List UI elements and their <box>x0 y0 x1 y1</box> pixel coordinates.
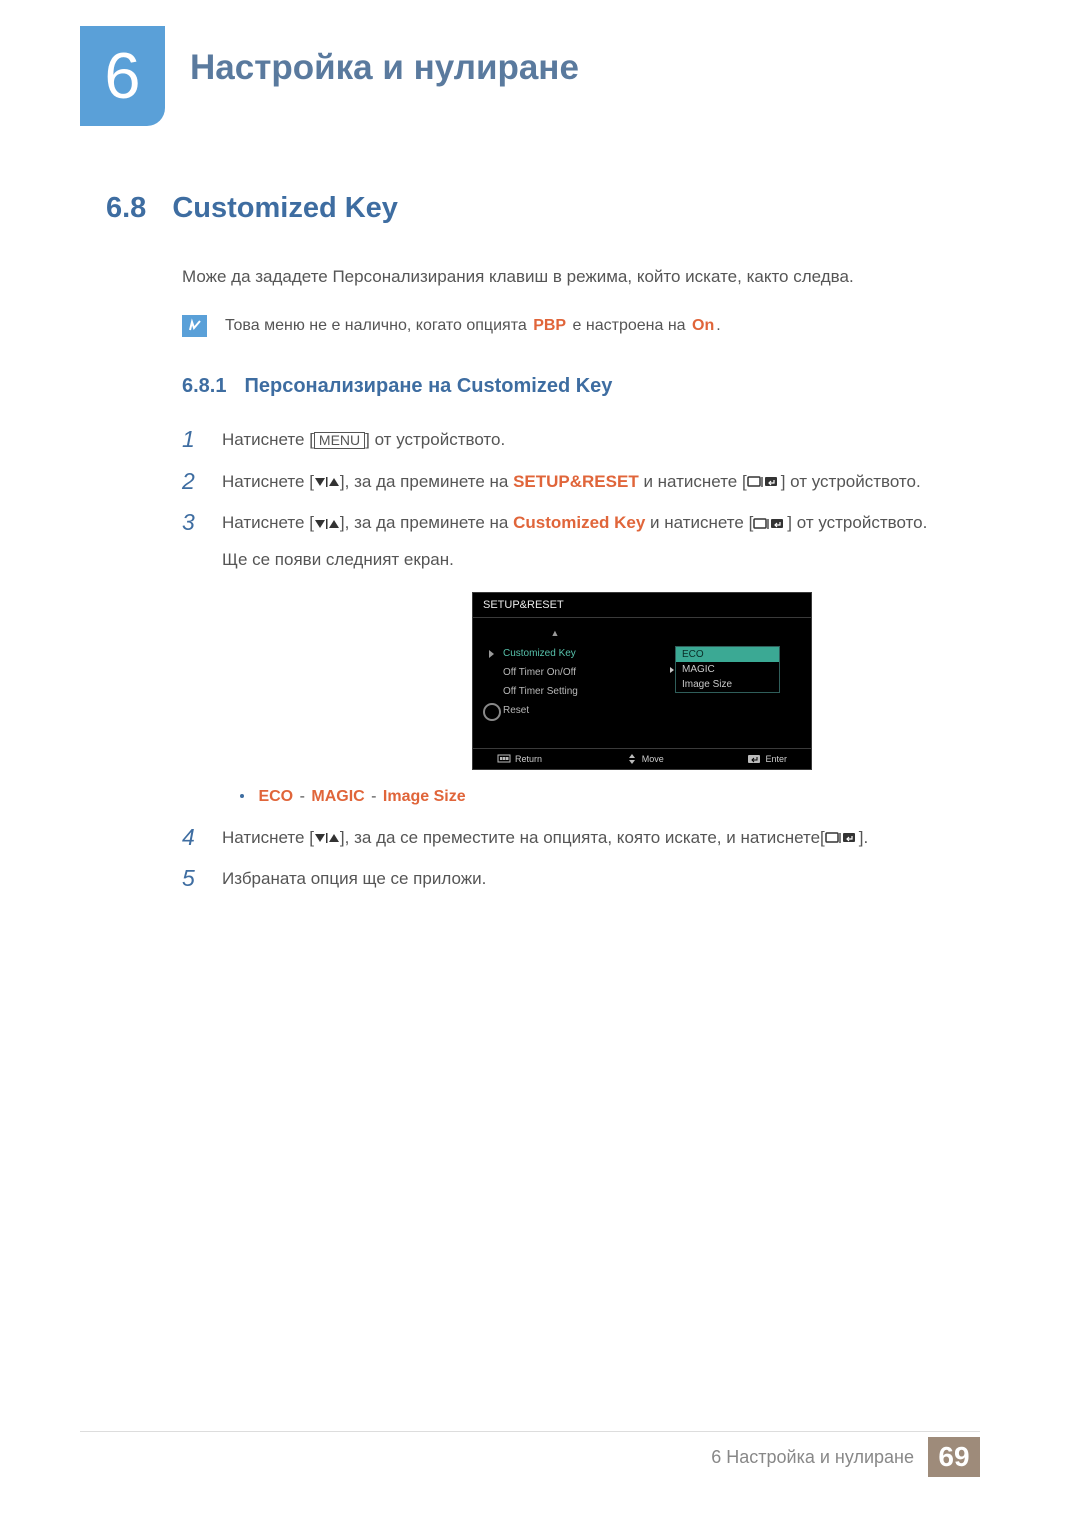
note-text: Това меню не е налично, когато опцията P… <box>225 317 721 335</box>
return-icon <box>497 754 511 763</box>
page-footer: 6 Настройка и нулиране 69 <box>711 1437 980 1477</box>
step-text: Натиснете [ ], за да се преместите на опц… <box>222 824 868 851</box>
t: Натиснете [ <box>222 472 314 491</box>
note-row: Това меню не е налично, когато опцията P… <box>182 315 980 337</box>
customized-key-label: Customized Key <box>513 513 645 532</box>
t: ], за да преминете на <box>340 472 513 491</box>
footer-chapter-label: 6 Настройка и нулиране <box>711 1447 928 1468</box>
down-up-arrows-icon <box>314 831 340 845</box>
option-eco: ECO <box>258 788 293 805</box>
footer-page-number: 69 <box>928 1437 980 1477</box>
footer-divider <box>80 1431 980 1432</box>
step-5: 5 Избраната опция ще се приложи. <box>182 865 980 893</box>
chapter-title: Настройка и нулиране <box>190 48 579 88</box>
step-number: 1 <box>182 426 200 454</box>
osd-item-label: Customized Key <box>503 648 576 659</box>
section-number: 6.8 <box>106 192 146 225</box>
step-text: Натиснете [ ], за да преминете на Customi… <box>222 509 927 573</box>
chapter-badge: 6 <box>80 26 165 126</box>
enter-icon <box>747 754 761 764</box>
t: ] от устройството. <box>787 513 927 532</box>
t: Return <box>515 754 542 764</box>
enter-source-icon <box>753 517 787 531</box>
note-on: On <box>690 317 716 334</box>
osd-screenshot: SETUP&RESET ▲ Customized Key Off Timer O… <box>472 592 812 770</box>
osd-right-panel: ECO MAGIC Image Size <box>675 628 799 720</box>
note-prefix: Това меню не е налично, когато опцията <box>225 317 531 334</box>
triangle-right-icon <box>489 650 494 658</box>
scroll-up-arrow-icon: ▲ <box>485 628 625 638</box>
osd-footer: Return Move Enter <box>473 748 811 769</box>
osd-item-off-timer-setting: Off Timer Setting <box>485 682 625 701</box>
setup-reset-label: SETUP&RESET <box>513 472 639 491</box>
t: Натиснете [ <box>222 513 314 532</box>
note-pbp: PBP <box>531 317 568 334</box>
t: Натиснете [ <box>222 828 314 847</box>
section-heading: 6.8 Customized Key <box>106 192 980 225</box>
down-up-arrows-icon <box>314 517 340 531</box>
menu-button-label: MENU <box>314 432 365 449</box>
options-bullet: ECO - MAGIC - Image Size <box>240 788 980 806</box>
step-text: Натиснете [MENU] от устройството. <box>222 426 505 453</box>
t: Move <box>642 754 664 764</box>
osd-footer-return: Return <box>497 754 542 764</box>
down-up-arrows-icon <box>314 475 340 489</box>
section-title: Customized Key <box>172 192 398 225</box>
osd-item-customized-key: Customized Key <box>485 644 625 663</box>
section-intro: Може да зададете Персонализирания клавиш… <box>182 267 980 287</box>
subsection-number: 6.8.1 <box>182 375 226 398</box>
osd-header: SETUP&RESET <box>473 593 811 618</box>
option-image-size: Image Size <box>383 788 466 805</box>
t: и натиснете [ <box>639 472 747 491</box>
note-suffix: . <box>716 317 720 334</box>
t: Enter <box>765 754 787 764</box>
bullet-dot-icon <box>240 794 244 798</box>
step-text: Избраната опция ще се приложи. <box>222 865 486 892</box>
step-3: 3 Натиснете [ ], за да преминете на Custo… <box>182 509 980 573</box>
step-2: 2 Натиснете [ ], за да преминете на SETUP… <box>182 468 980 496</box>
osd-dropdown: ECO MAGIC Image Size <box>675 646 780 693</box>
subsection-title: Персонализиране на Customized Key <box>244 375 612 398</box>
step-4: 4 Натиснете [ ], за да се преместите на о… <box>182 824 980 852</box>
step-text: Натиснете [ ], за да преминете на SETUP&R… <box>222 468 921 495</box>
note-mid: е настроена на <box>568 317 690 334</box>
triangle-right-icon <box>670 667 674 673</box>
t: ], за да се преместите на опцията, която… <box>340 828 825 847</box>
separator: - <box>298 788 307 805</box>
osd-panel: SETUP&RESET ▲ Customized Key Off Timer O… <box>472 592 812 770</box>
note-icon <box>182 315 207 337</box>
osd-dropdown-label: MAGIC <box>682 664 715 675</box>
step-3-line2: Ще се появи следният екран. <box>222 546 927 573</box>
t: и натиснете [ <box>645 513 753 532</box>
step-list: 1 Натиснете [MENU] от устройството. 2 На… <box>182 426 980 893</box>
osd-footer-move: Move <box>626 754 664 764</box>
t: ] от устройството. <box>365 430 505 449</box>
subsection-heading: 6.8.1 Персонализиране на Customized Key <box>182 375 980 398</box>
enter-source-icon <box>825 831 859 845</box>
t: ], за да преминете на <box>340 513 513 532</box>
osd-dropdown-eco: ECO <box>676 647 779 662</box>
step-number: 3 <box>182 509 200 537</box>
t: ]. <box>859 828 868 847</box>
osd-menu-list: ▲ Customized Key Off Timer On/Off Off Ti… <box>485 628 625 720</box>
step-number: 4 <box>182 824 200 852</box>
osd-dropdown-magic: MAGIC <box>676 662 779 677</box>
osd-footer-enter: Enter <box>747 754 787 764</box>
osd-dropdown-image-size: Image Size <box>676 677 779 692</box>
t: ] от устройството. <box>781 472 921 491</box>
t: Натиснете [ <box>222 430 314 449</box>
step-1: 1 Натиснете [MENU] от устройството. <box>182 426 980 454</box>
move-icon <box>626 754 638 764</box>
option-magic: MAGIC <box>311 788 364 805</box>
osd-item-off-timer-onoff: Off Timer On/Off <box>485 663 625 682</box>
osd-body: ▲ Customized Key Off Timer On/Off Off Ti… <box>473 618 811 748</box>
step-number: 2 <box>182 468 200 496</box>
enter-source-icon <box>747 475 781 489</box>
separator: - <box>369 788 378 805</box>
osd-item-reset: Reset <box>485 701 625 720</box>
page-content: 6.8 Customized Key Може да зададете Перс… <box>106 192 980 907</box>
step-number: 5 <box>182 865 200 893</box>
